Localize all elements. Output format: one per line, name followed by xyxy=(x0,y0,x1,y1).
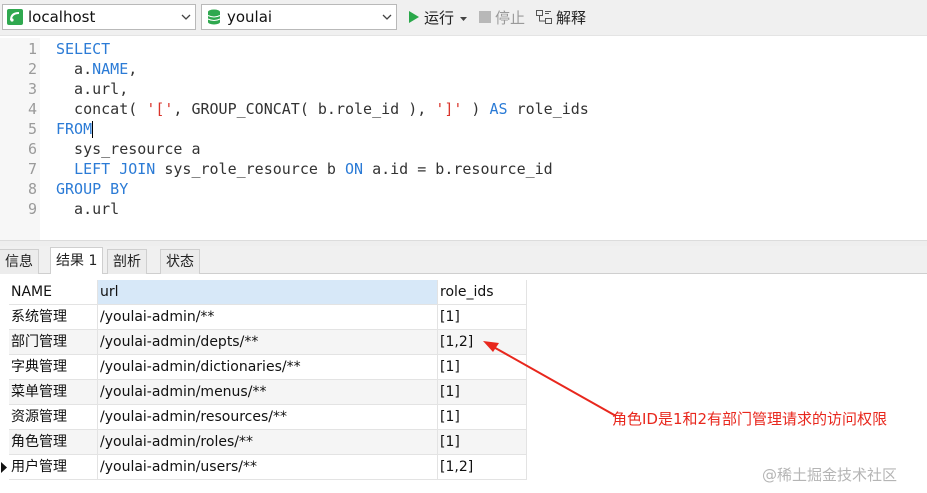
annotation-text: 角色ID是1和2有部门管理请求的访问权限 xyxy=(612,410,888,428)
watermark: @稀土掘金技术社区 xyxy=(762,466,898,484)
